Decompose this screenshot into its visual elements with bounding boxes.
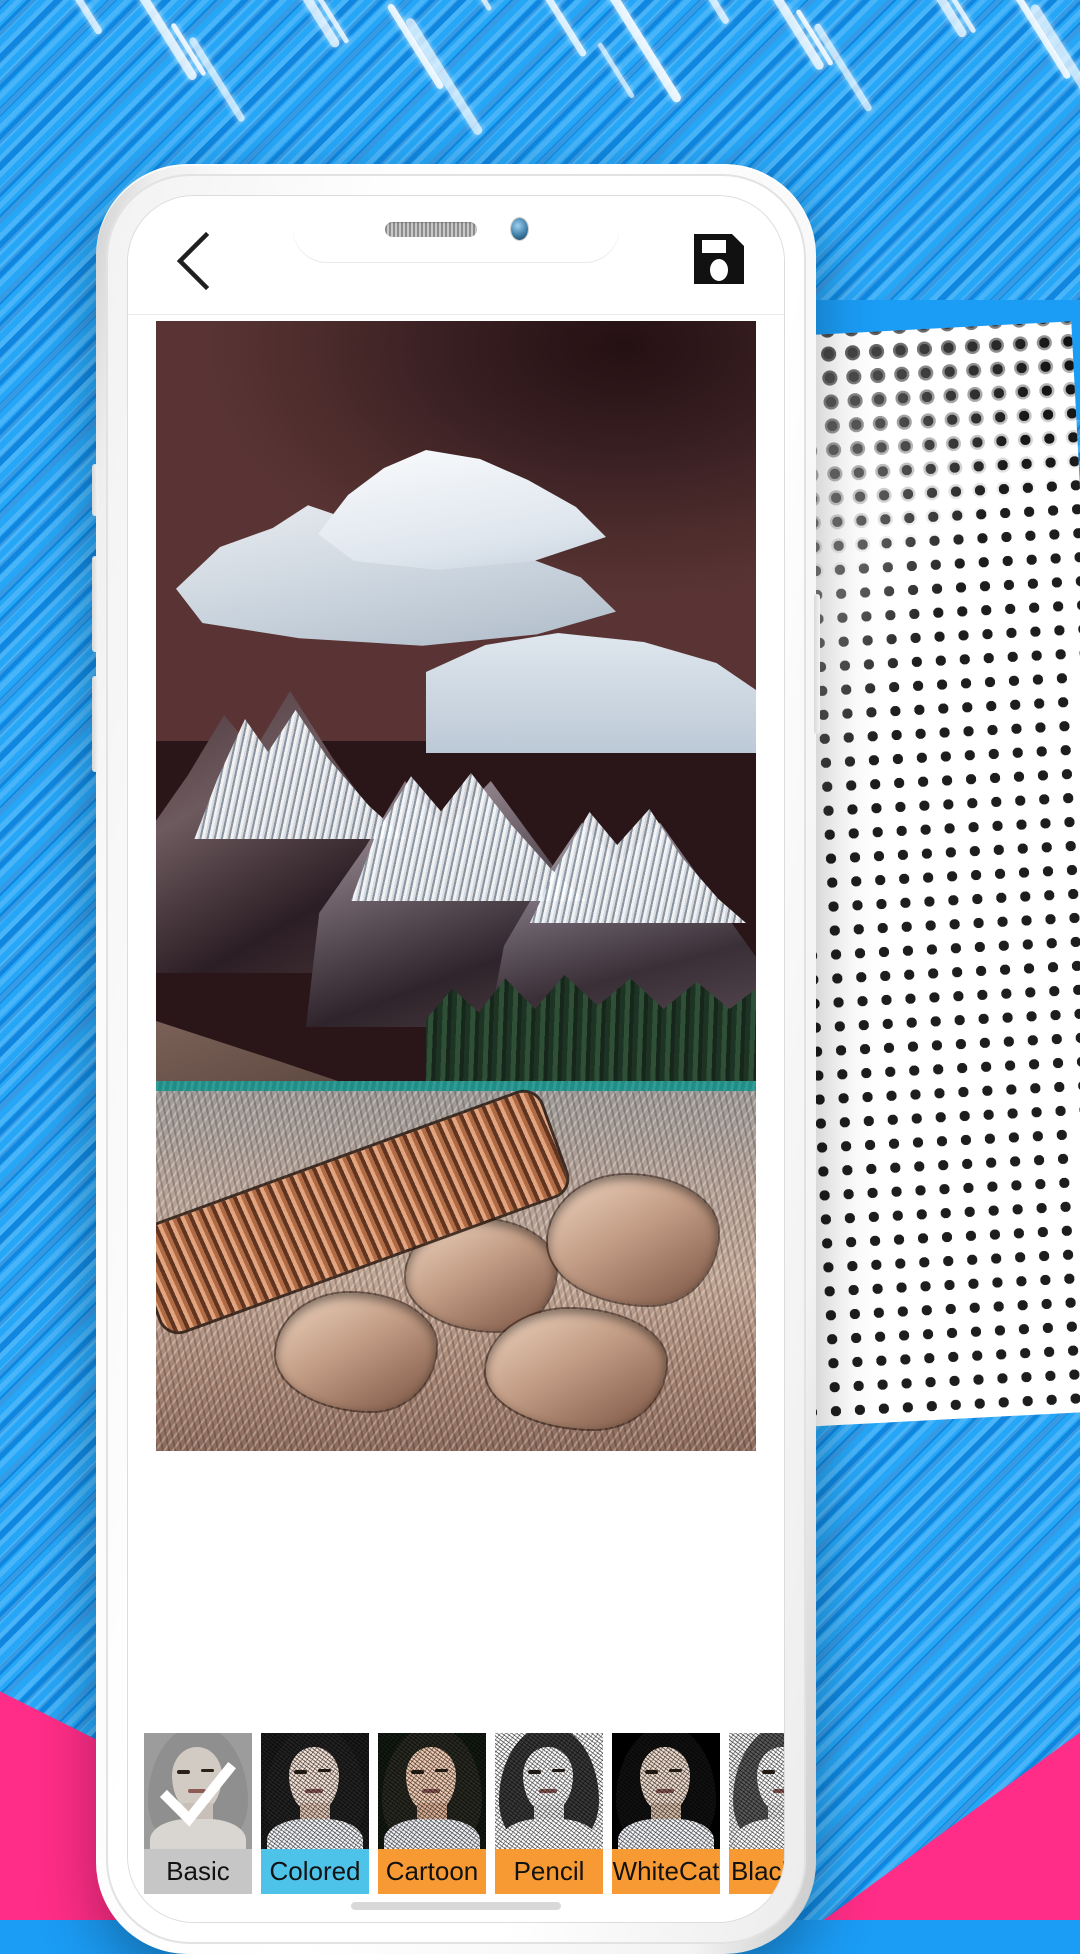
filter-item-cartoon[interactable]: Cartoon	[378, 1733, 486, 1894]
brush-stroke	[46, 0, 103, 35]
filter-label: Pencil	[495, 1849, 603, 1894]
back-button[interactable]	[162, 230, 224, 292]
brush-stroke	[262, 0, 341, 49]
portrait-preview	[495, 1733, 603, 1849]
filter-item-basic[interactable]: Basic	[144, 1733, 252, 1894]
floppy-disk-save-icon	[692, 232, 746, 291]
portrait-sketch-texture	[612, 1733, 720, 1849]
filter-thumbnail	[378, 1733, 486, 1849]
portrait-preview	[612, 1733, 720, 1849]
portrait-preview	[378, 1733, 486, 1849]
filter-thumbnail	[495, 1733, 603, 1849]
filter-thumbnail	[612, 1733, 720, 1849]
white-brush-strokes	[0, 0, 1080, 160]
portrait-sketch-texture	[378, 1733, 486, 1849]
filter-label: BlackCat	[729, 1849, 784, 1894]
phone-device-frame: BasicColoredCartoonPencilWhiteCatBlackCa…	[96, 164, 816, 1954]
brush-stroke	[1029, 3, 1080, 126]
brush-stroke	[529, 0, 588, 58]
portrait-sketch-texture	[495, 1733, 603, 1849]
filter-item-blackcat[interactable]: BlackCat	[729, 1733, 784, 1894]
front-camera-icon	[511, 218, 528, 240]
portrait-preview	[261, 1733, 369, 1849]
photo-canvas[interactable]	[128, 315, 784, 1721]
filter-item-colored[interactable]: Colored	[261, 1733, 369, 1894]
speaker-grille-icon	[385, 222, 477, 237]
device-notch	[293, 196, 619, 262]
filter-label: Basic	[144, 1849, 252, 1894]
phone-screen: BasicColoredCartoonPencilWhiteCatBlackCa…	[128, 196, 784, 1922]
brush-stroke	[602, 0, 682, 104]
brush-stroke	[671, 0, 730, 25]
filter-label: Cartoon	[378, 1849, 486, 1894]
filter-thumbnail	[144, 1733, 252, 1849]
portrait-sketch-texture	[729, 1733, 784, 1849]
mute-switch[interactable]	[92, 464, 98, 516]
checkmark-icon	[159, 1757, 237, 1835]
volume-down-button[interactable]	[92, 676, 98, 772]
filter-label: Colored	[261, 1849, 369, 1894]
brush-stroke	[386, 3, 444, 91]
filter-label: WhiteCat	[612, 1849, 720, 1894]
portrait-preview	[729, 1733, 784, 1849]
filter-item-whitecat[interactable]: WhiteCat	[612, 1733, 720, 1894]
edited-photo-preview[interactable]	[156, 321, 756, 1451]
chevron-left-icon	[170, 231, 216, 291]
volume-up-button[interactable]	[92, 556, 98, 652]
phone-bezel: BasicColoredCartoonPencilWhiteCatBlackCa…	[106, 174, 806, 1944]
save-button[interactable]	[690, 232, 748, 290]
brush-stroke	[597, 42, 635, 99]
filter-thumbnail	[261, 1733, 369, 1849]
home-indicator	[351, 1902, 561, 1910]
brush-stroke	[455, 0, 493, 12]
filter-strip[interactable]: BasicColoredCartoonPencilWhiteCatBlackCa…	[128, 1721, 784, 1922]
photo-snowcap	[516, 773, 746, 923]
portrait-sketch-texture	[261, 1733, 369, 1849]
filter-thumbnail	[729, 1733, 784, 1849]
power-button[interactable]	[814, 594, 820, 734]
brush-stroke	[404, 16, 484, 136]
brush-stroke	[188, 36, 246, 123]
filter-item-pencil[interactable]: Pencil	[495, 1733, 603, 1894]
